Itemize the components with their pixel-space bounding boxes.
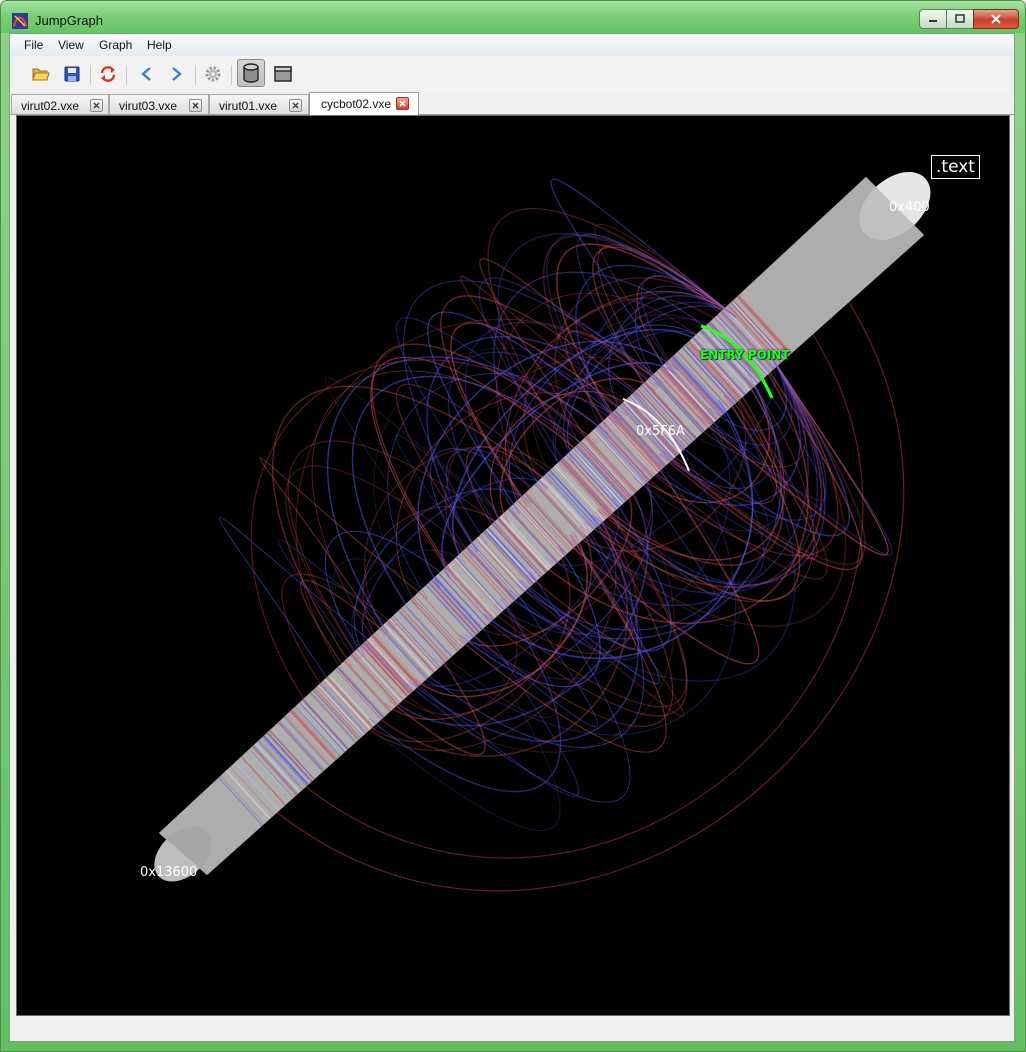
jumpgraph-icon: [12, 13, 28, 29]
tab-close-button[interactable]: [90, 99, 103, 112]
close-button[interactable]: [973, 9, 1019, 29]
toolbar-separator: [195, 65, 196, 85]
maximize-icon: [955, 14, 965, 23]
window-title: JumpGraph: [35, 13, 103, 28]
minimize-icon: [929, 20, 937, 22]
reload-icon: [100, 66, 116, 82]
forward-button[interactable]: [165, 62, 189, 86]
toolbar-separator: [90, 65, 91, 85]
tab-close-button[interactable]: [189, 99, 202, 112]
jump-graph-svg[interactable]: [17, 116, 1009, 1015]
toolbar-separator: [126, 65, 127, 85]
menu-file[interactable]: File: [24, 38, 43, 52]
toolbar-separator: [231, 65, 232, 85]
status-bar: [10, 1016, 1014, 1040]
tab-close-button[interactable]: [289, 99, 302, 112]
entry-point-label: ENTRY POINT: [700, 348, 790, 362]
open-folder-icon: [32, 68, 50, 81]
jump-arc: [298, 321, 864, 859]
menu-view[interactable]: View: [58, 38, 84, 52]
flat-view-button[interactable]: [271, 62, 295, 86]
gear-icon: [205, 66, 221, 82]
open-button[interactable]: [29, 62, 53, 86]
menu-bar: File View Graph Help: [10, 34, 1014, 57]
forward-arrow-icon: [172, 67, 182, 81]
settings-button[interactable]: [201, 62, 225, 86]
title-bar[interactable]: JumpGraph: [1, 1, 1025, 33]
section-label: .text: [931, 155, 980, 179]
app-window: JumpGraph File View Graph Help virut02.v…: [0, 0, 1026, 1052]
close-icon: [399, 100, 406, 107]
tab-label: cycbot02.vxe: [321, 97, 392, 111]
tab-label: virut02.vxe: [21, 99, 80, 113]
cylinder-view-button[interactable]: [237, 59, 265, 87]
toolbar: [10, 56, 1014, 93]
back-arrow-icon: [141, 67, 151, 81]
tab-cycbot02[interactable]: cycbot02.vxe: [309, 92, 419, 115]
save-button[interactable]: [60, 62, 84, 86]
maximize-button[interactable]: [946, 9, 974, 29]
client-area: File View Graph Help virut02.vxe virut03…: [9, 33, 1015, 1042]
tab-close-button[interactable]: [396, 97, 409, 110]
back-button[interactable]: [134, 62, 158, 86]
menu-help[interactable]: Help: [147, 38, 172, 52]
menu-graph[interactable]: Graph: [99, 38, 132, 52]
cylinder-view-icon: [243, 63, 259, 83]
tab-virut02[interactable]: virut02.vxe: [11, 94, 109, 114]
flat-view-icon: [274, 66, 292, 82]
close-icon: [292, 102, 299, 109]
close-icon: [192, 102, 199, 109]
reload-button[interactable]: [96, 62, 120, 86]
tab-virut03[interactable]: virut03.vxe: [109, 94, 209, 114]
save-icon: [64, 66, 80, 82]
tab-virut01[interactable]: virut01.vxe: [209, 94, 309, 114]
jump-graph-canvas[interactable]: .text 0x400 ENTRY POINT 0x5F6A 0x13600: [16, 115, 1010, 1016]
document-tabs: virut02.vxe virut03.vxe virut01.vxe cycb…: [10, 92, 1014, 115]
marker-address-label: 0x5F6A: [636, 424, 685, 439]
window-controls: [919, 9, 1019, 29]
tab-label: virut01.vxe: [219, 99, 278, 113]
end-address-label: 0x13600: [140, 865, 198, 880]
close-icon: [991, 14, 1001, 24]
tab-label: virut03.vxe: [119, 99, 178, 113]
minimize-button[interactable]: [919, 9, 947, 29]
start-address-label: 0x400: [889, 200, 930, 215]
close-icon: [93, 102, 100, 109]
